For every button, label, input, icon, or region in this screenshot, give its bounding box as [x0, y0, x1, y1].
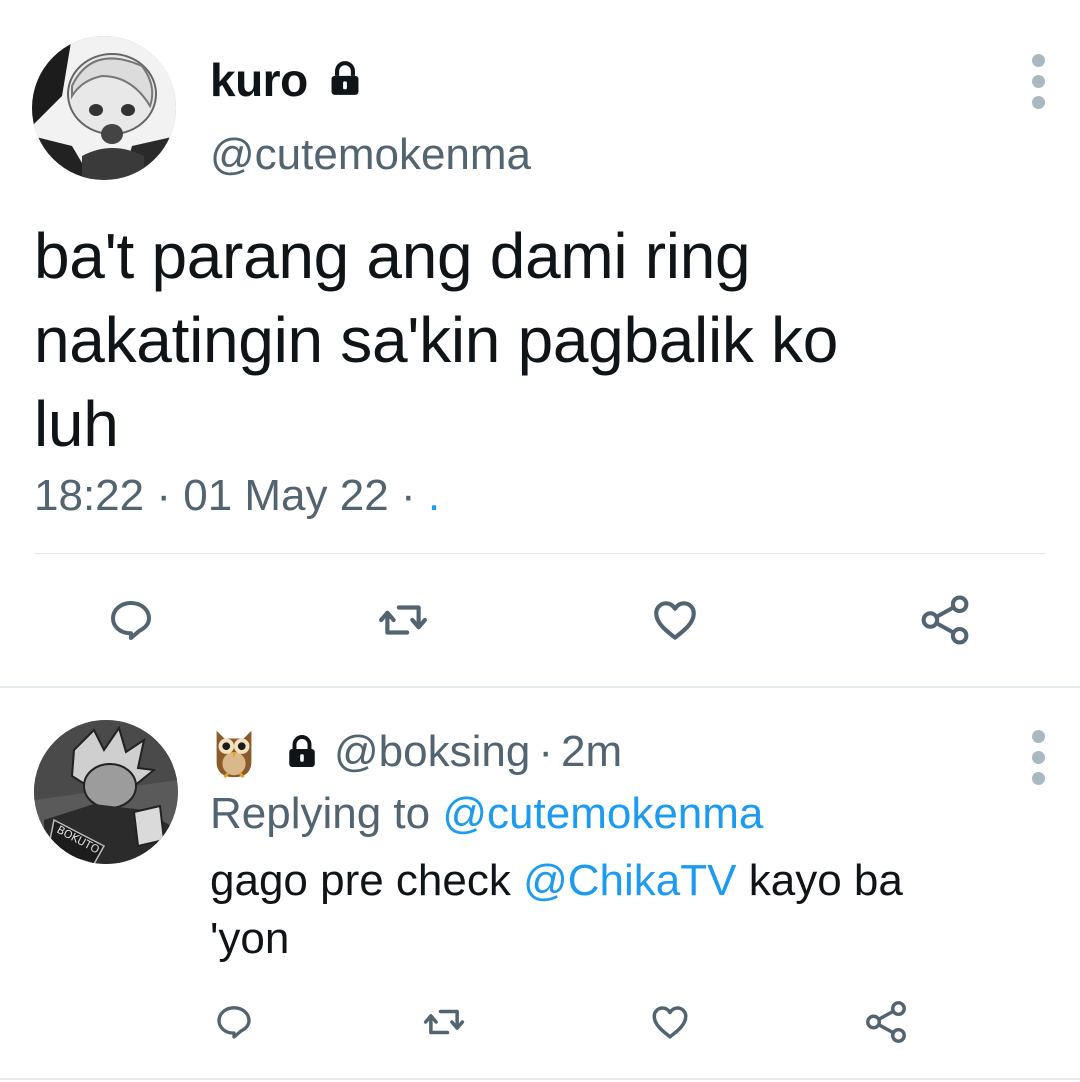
owl-emoji [216, 730, 252, 779]
lock-icon [331, 61, 359, 95]
main-tweet: kuro @cutemokenma ba't parang ang dami r… [0, 0, 1080, 688]
retweet-icon [423, 1009, 465, 1035]
meta-separator: · [400, 471, 416, 520]
avatar-image: BOKUTO [34, 720, 178, 864]
more-vertical-icon[interactable] [1032, 730, 1046, 793]
meta-separator: · [538, 727, 553, 776]
reply-handle[interactable]: @boksing [334, 722, 530, 782]
display-name[interactable]: kuro [210, 52, 308, 108]
divider [34, 553, 1046, 554]
replying-prefix: Replying to [210, 789, 431, 838]
like-button[interactable] [642, 994, 698, 1050]
reply-icon [111, 601, 151, 640]
tweet-actions [0, 592, 1080, 652]
bottom-divider [0, 1078, 1080, 1080]
mention-link[interactable]: @ChikaTV [523, 856, 736, 905]
avatar-boksing[interactable]: BOKUTO [34, 720, 178, 864]
share-button[interactable] [917, 592, 973, 648]
replying-to-line: Replying to @cutemokenma [210, 786, 763, 842]
tweet-text: ba't parang ang dami ring nakatingin sa'… [34, 220, 839, 460]
section-divider [0, 686, 1080, 688]
share-button[interactable] [858, 994, 914, 1050]
share-icon [866, 1001, 906, 1043]
heart-icon [652, 1006, 688, 1039]
reply-text: gago pre check @ChikaTV kayo ba 'yon [210, 852, 1030, 968]
lock-icon [289, 735, 315, 767]
reply-actions [0, 994, 1080, 1054]
heart-icon [654, 601, 696, 640]
reply-text-start: gago pre check [210, 856, 511, 905]
reply-icon [217, 1006, 251, 1039]
like-button[interactable] [647, 592, 703, 648]
retweet-button[interactable] [416, 994, 472, 1050]
tweet-time[interactable]: 18:22 [34, 471, 144, 520]
reply-button[interactable] [103, 592, 159, 648]
tweet-source[interactable]: . [428, 471, 440, 520]
reply-time[interactable]: 2m [561, 722, 622, 782]
avatar-kuro[interactable] [32, 36, 176, 180]
reply-button[interactable] [206, 994, 262, 1050]
avatar-image [32, 36, 176, 180]
share-icon [921, 595, 969, 645]
replying-to-mention[interactable]: @cutemokenma [442, 789, 763, 838]
tweet-timestamp: 18:22 · 01 May 22 · . [34, 468, 440, 524]
retweet-button[interactable] [375, 592, 431, 648]
tweet-date[interactable]: 01 May 22 [183, 471, 388, 520]
retweet-icon [379, 605, 427, 635]
reply-header: @boksing · 2m [210, 722, 622, 782]
more-vertical-icon[interactable] [1032, 54, 1046, 117]
meta-separator: · [156, 471, 171, 520]
tweet-thread-screen: kuro @cutemokenma ba't parang ang dami r… [0, 0, 1080, 1082]
handle[interactable]: @cutemokenma [210, 128, 531, 182]
